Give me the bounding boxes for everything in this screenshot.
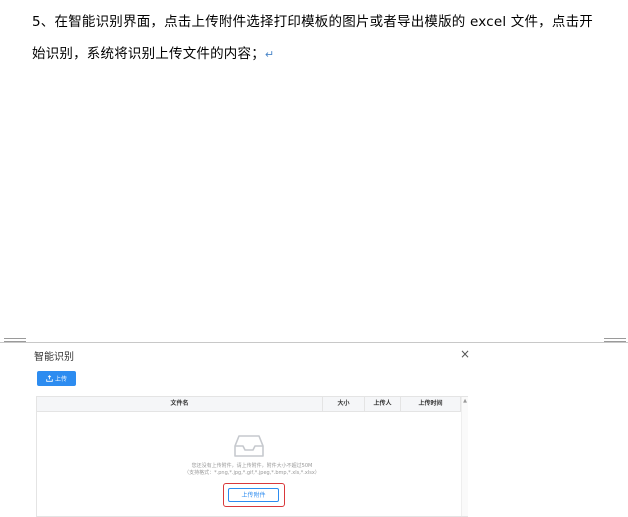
empty-state-line-2: （支持格式：*.png,*.jpg,*.gif,*.jpeg,*.bmp,*.x… <box>184 470 320 476</box>
dialog-title: 智能识别 <box>34 352 74 363</box>
attach-button-highlight: 上传附件 <box>223 483 285 507</box>
document-line-1: 5、在智能识别界面，点击上传附件选择打印模板的图片或者导出模版的 excel 文… <box>32 14 593 30</box>
document-text: 5、在智能识别界面，点击上传附件选择打印模板的图片或者导出模版的 excel 文… <box>32 6 622 71</box>
inbox-icon <box>234 435 264 457</box>
upload-icon <box>46 375 53 382</box>
left-margin-mark <box>4 338 26 345</box>
scroll-up-icon[interactable]: ▲ <box>462 397 468 405</box>
paragraph-mark: ↵ <box>264 48 275 61</box>
empty-state-text: 您还没有上传附件，请上传附件，附件大小不超过50M （支持格式：*.png,*.… <box>137 463 367 477</box>
column-header-size[interactable]: 大小 <box>323 397 365 411</box>
file-table: 文件名 大小 上传人 上传时间 ▲ 您还没有上传附件，请上传附件，附件大小不超过… <box>36 396 468 517</box>
right-margin-mark <box>604 338 626 345</box>
document-line-2-text: 始识别，系统将识别上传文件的内容； <box>32 46 265 62</box>
page-break-line <box>0 342 628 343</box>
empty-state-line-1: 您还没有上传附件，请上传附件，附件大小不超过50M <box>191 463 313 469</box>
close-icon[interactable]: × <box>460 347 470 361</box>
scrollbar[interactable]: ▲ <box>461 397 468 516</box>
column-header-uploader[interactable]: 上传人 <box>365 397 401 411</box>
upload-attachment-button[interactable]: 上传附件 <box>228 488 279 502</box>
upload-button-label: 上传 <box>54 376 67 383</box>
table-header: 文件名 大小 上传人 上传时间 <box>37 397 461 412</box>
upload-button[interactable]: 上传 <box>37 371 76 386</box>
document-line-2: 始识别，系统将识别上传文件的内容；↵ <box>32 38 622 71</box>
column-header-upload-time[interactable]: 上传时间 <box>401 397 461 411</box>
column-header-file-name[interactable]: 文件名 <box>37 397 323 411</box>
smart-recognition-dialog: 智能识别 × 上传 文件名 大小 上传人 上传时间 ▲ 您还没有上传附件，请上传… <box>32 345 472 517</box>
